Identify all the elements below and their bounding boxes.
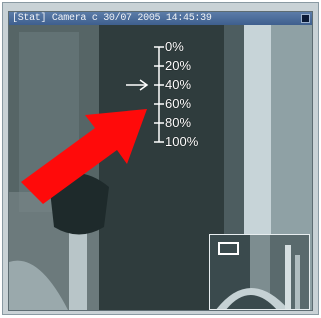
scale-tick-20: 20% [165,58,192,73]
scale-tick-40: 40% [165,77,192,92]
scale-tick-60: 60% [165,96,192,111]
red-arrow-icon [21,109,147,204]
scale-tick-80: 80% [165,115,192,130]
window-control-button[interactable] [301,14,310,23]
minimap-viewport-box[interactable] [218,242,239,255]
camera-window: [Stat] Camera c 30/07 2005 14:45:39 0% 2… [2,2,319,315]
window-title: [Stat] Camera c 30/07 2005 14:45:39 [12,13,212,24]
minimap[interactable] [209,234,310,310]
title-bar: [Stat] Camera c 30/07 2005 14:45:39 [9,12,312,25]
scale-tick-0: 0% [165,39,184,54]
camera-feed[interactable]: [Stat] Camera c 30/07 2005 14:45:39 0% 2… [8,11,313,311]
zoom-scale: 0% 20% 40% 60% 80% 100% [149,40,239,150]
right-arrow-icon [126,79,149,91]
scale-tick-100: 100% [165,134,199,149]
